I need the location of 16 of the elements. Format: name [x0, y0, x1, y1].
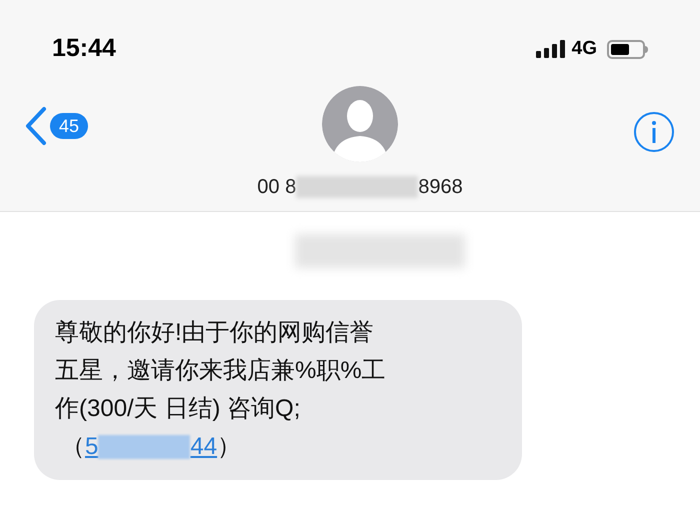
message-text: ）	[217, 432, 242, 462]
contact-number-text: 00 8	[257, 175, 296, 200]
contact-number-text: 8968	[418, 175, 463, 200]
info-icon[interactable]	[632, 110, 676, 154]
unread-count-badge[interactable]: 45	[50, 113, 88, 139]
status-time: 15:44	[52, 33, 116, 64]
message-text: 作(300/天 日结) 咨询Q;	[55, 395, 300, 422]
message-text: 尊敬的你好!由于你的网购信誉	[55, 319, 374, 346]
back-chevron-icon[interactable]	[24, 106, 48, 146]
avatar-icon[interactable]	[322, 86, 398, 162]
message-text: （	[61, 432, 85, 462]
network-label: 4G	[572, 36, 597, 61]
signal-icon	[536, 40, 566, 58]
battery-icon	[607, 40, 648, 58]
contact-link[interactable]: 5 44	[85, 428, 218, 466]
message-text: 五星，邀请你来我店兼%职%工	[55, 357, 386, 384]
